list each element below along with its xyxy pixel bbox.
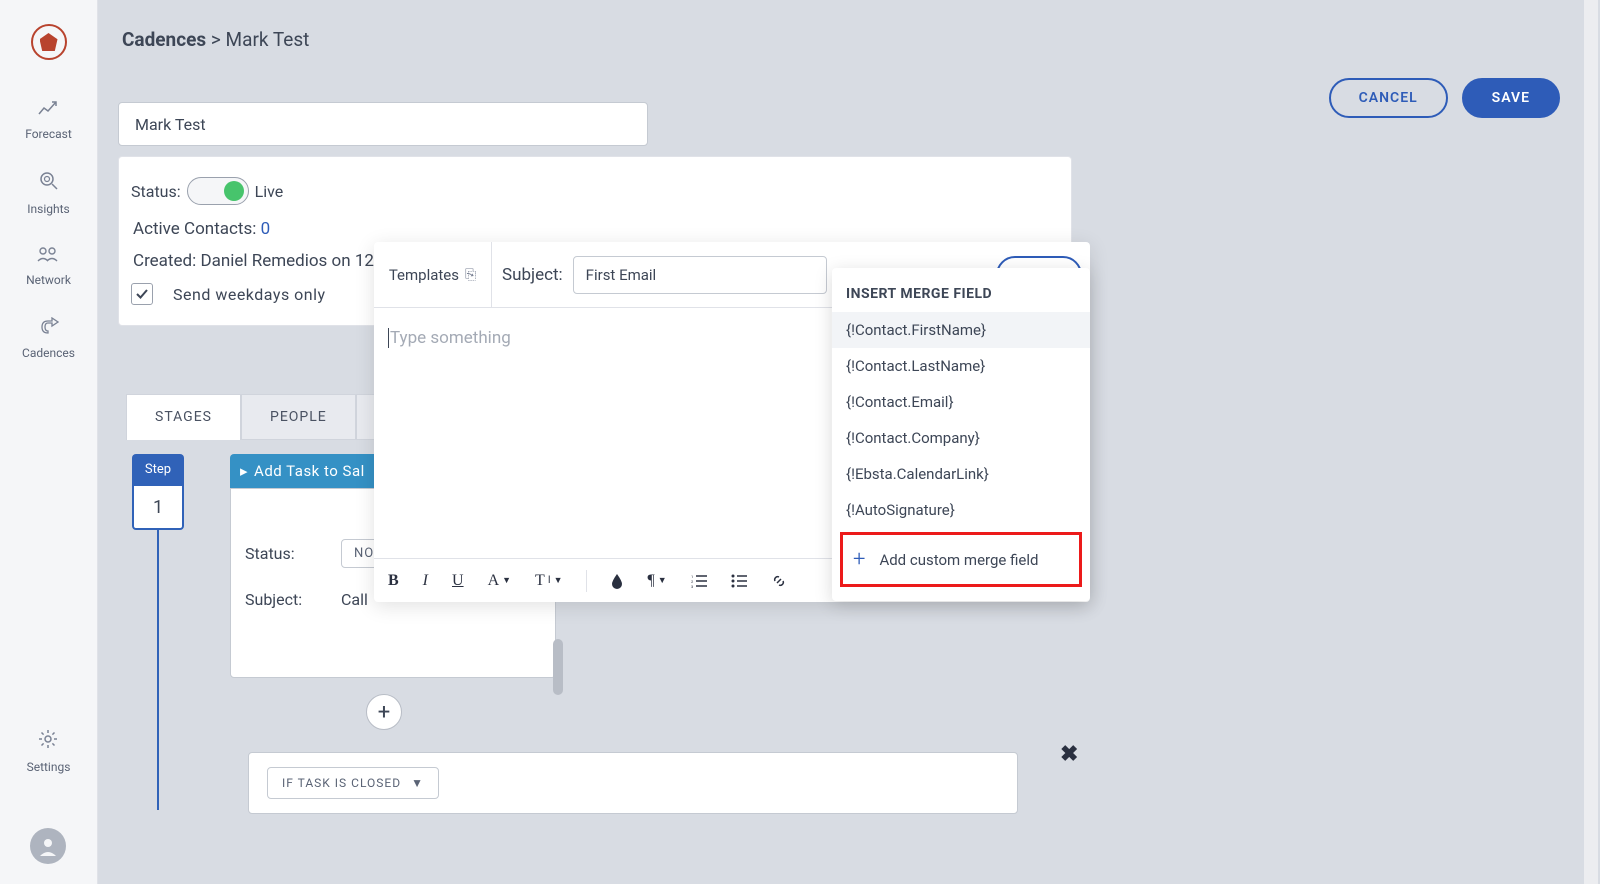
- merge-item[interactable]: {!Contact.LastName}: [832, 348, 1090, 384]
- cadence-name-input[interactable]: [118, 102, 648, 146]
- tab-people[interactable]: PEOPLE: [241, 394, 356, 440]
- breadcrumb: Cadences > Mark Test: [122, 28, 309, 51]
- breadcrumb-root[interactable]: Cadences: [122, 28, 206, 51]
- merge-item[interactable]: {!Contact.Company}: [832, 420, 1090, 456]
- cancel-button[interactable]: CANCEL: [1329, 78, 1448, 118]
- top-buttons: CANCEL SAVE: [1329, 78, 1560, 118]
- tag-icon: ⎘: [465, 267, 476, 283]
- font-size-button[interactable]: TI▼: [535, 572, 562, 590]
- merge-field-dropdown: INSERT MERGE FIELD {!Contact.FirstName} …: [832, 268, 1090, 601]
- nav-insights[interactable]: Insights: [27, 171, 69, 216]
- color-button[interactable]: [611, 573, 623, 589]
- add-custom-merge-field[interactable]: + Add custom merge field: [840, 532, 1082, 587]
- task-subject-label: Subject:: [245, 590, 341, 609]
- cadences-icon: [39, 317, 59, 340]
- nav-label: Settings: [27, 760, 71, 774]
- condition-card: IF TASK IS CLOSED ▼: [248, 752, 1018, 814]
- close-icon[interactable]: ✖: [1060, 742, 1078, 767]
- caret-right-icon: ▸: [240, 462, 248, 480]
- link-button[interactable]: [771, 573, 787, 589]
- plus-icon: +: [853, 547, 865, 572]
- task-subject-value: Call: [341, 590, 368, 609]
- nav-cadences[interactable]: Cadences: [22, 317, 75, 360]
- caret-down-icon: ▼: [411, 776, 424, 790]
- nav-label: Network: [26, 273, 71, 287]
- paragraph-button[interactable]: ¶▼: [647, 572, 666, 590]
- condition-label: IF TASK IS CLOSED: [282, 776, 401, 790]
- step-number: 1: [132, 484, 184, 530]
- weekdays-checkbox[interactable]: [131, 283, 153, 305]
- tab-stages[interactable]: STAGES: [126, 394, 241, 440]
- breadcrumb-sep: >: [211, 28, 221, 51]
- status-toggle[interactable]: [187, 177, 249, 205]
- active-contacts-label: Active Contacts:: [133, 219, 256, 239]
- italic-button[interactable]: I: [423, 572, 428, 590]
- step-badge: Step: [132, 454, 184, 484]
- step-connector: [157, 530, 159, 810]
- svg-text:3: 3: [691, 584, 693, 588]
- merge-item[interactable]: {!Contact.Email}: [832, 384, 1090, 420]
- nav-label: Insights: [27, 202, 69, 216]
- subject-input[interactable]: [573, 256, 827, 294]
- weekdays-label: Send weekdays only: [173, 285, 326, 304]
- nav-settings[interactable]: Settings: [27, 729, 71, 774]
- templates-label: Templates: [389, 266, 459, 284]
- forecast-icon: [38, 100, 58, 121]
- underline-button[interactable]: U: [452, 572, 464, 590]
- merge-dropdown-title: INSERT MERGE FIELD: [832, 282, 1090, 312]
- created-text: Daniel Remedios on 12,: [200, 251, 377, 271]
- nav-forecast[interactable]: Forecast: [25, 100, 72, 141]
- merge-item[interactable]: {!AutoSignature}: [832, 492, 1090, 528]
- subject-label: Subject:: [502, 265, 563, 285]
- unordered-list-button[interactable]: [731, 574, 747, 588]
- merge-item[interactable]: {!Ebsta.CalendarLink}: [832, 456, 1090, 492]
- app-logo[interactable]: [31, 24, 67, 60]
- nav-label: Cadences: [22, 346, 75, 360]
- active-contacts-count[interactable]: 0: [261, 219, 271, 239]
- font-family-button[interactable]: A▼: [488, 572, 511, 590]
- breadcrumb-current: Mark Test: [226, 28, 310, 51]
- toolbar-separator: [586, 570, 587, 592]
- save-button[interactable]: SAVE: [1462, 78, 1560, 118]
- sidebar: Forecast Insights Network Cadences Setti…: [0, 0, 98, 884]
- bold-button[interactable]: B: [388, 572, 399, 590]
- nav-label: Forecast: [25, 127, 72, 141]
- editor-placeholder: Type something: [388, 328, 511, 348]
- task-status-label: Status:: [245, 544, 341, 563]
- status-value: Live: [255, 182, 284, 201]
- condition-dropdown[interactable]: IF TASK IS CLOSED ▼: [267, 767, 439, 799]
- ordered-list-button[interactable]: 123: [691, 574, 707, 588]
- insights-icon: [39, 171, 59, 196]
- add-custom-label: Add custom merge field: [879, 551, 1038, 569]
- gear-icon: [38, 729, 58, 754]
- status-label: Status:: [131, 182, 181, 201]
- add-task-label: Add Task to Sal: [254, 462, 365, 480]
- user-avatar[interactable]: [30, 828, 66, 864]
- add-step-button[interactable]: +: [366, 694, 402, 730]
- created-label: Created:: [133, 251, 196, 271]
- network-icon: [37, 246, 59, 267]
- templates-button[interactable]: Templates ⎘: [374, 242, 492, 307]
- merge-item[interactable]: {!Contact.FirstName}: [832, 312, 1090, 348]
- nav-network[interactable]: Network: [26, 246, 71, 287]
- card-scrollbar[interactable]: [553, 639, 563, 695]
